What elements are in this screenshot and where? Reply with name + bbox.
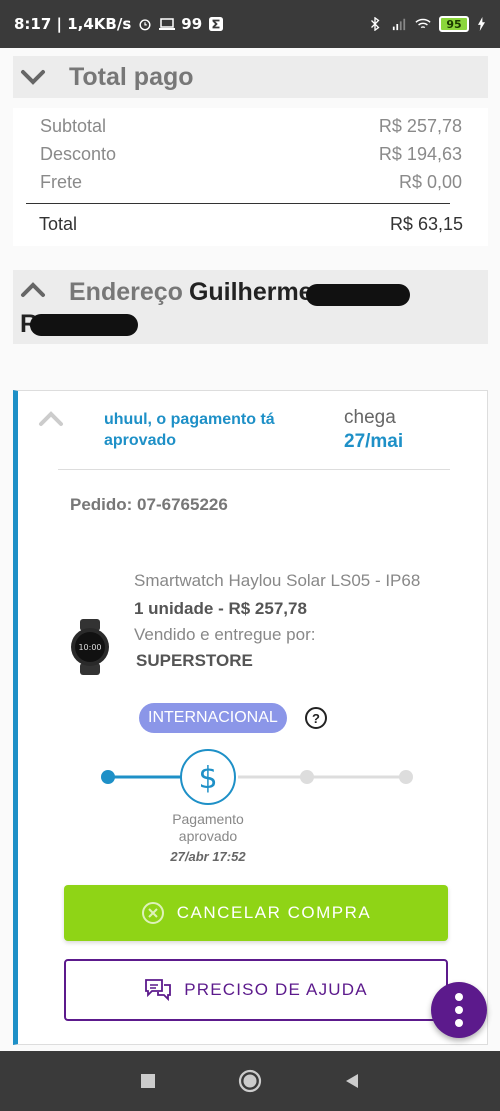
subtotal-value: R$ 257,78 (378, 116, 462, 136)
status-time: 8:17 | 1,4KB/s (14, 15, 132, 33)
bluetooth-icon (371, 17, 380, 31)
cancel-purchase-button[interactable]: CANCELAR COMPRA (64, 885, 448, 941)
recipient-name: Guilherme (188, 278, 313, 306)
status-bar: 8:17 | 1,4KB/s 99 95 (0, 0, 500, 48)
dot-icon (455, 1006, 463, 1014)
discount-label: Desconto (40, 144, 117, 164)
charging-icon (478, 17, 485, 31)
chevron-down-icon[interactable] (13, 57, 53, 97)
eta-label: chega (344, 407, 396, 428)
address-label: Endereço (69, 278, 183, 306)
recents-icon[interactable] (140, 1073, 156, 1089)
total-row: Total R$ 63,15 (39, 214, 463, 235)
seller-label: Vendido e entregue por: (134, 625, 316, 644)
system-nav-bar (0, 1051, 500, 1111)
progress-step-date: 27/abr 17:52 (170, 849, 246, 864)
progress-step-pending (399, 770, 413, 784)
notification-count: 99 (181, 15, 203, 33)
chat-icon (145, 979, 172, 1002)
cancel-icon (141, 902, 164, 924)
payment-status-message: uhuul, o pagamento tá aprovado (104, 411, 275, 449)
shipping-value: R$ 0,00 (398, 172, 462, 192)
progress-step-label: Pagamento aprovado (172, 811, 244, 844)
back-icon[interactable] (344, 1073, 360, 1089)
question-icon[interactable]: ? (305, 707, 327, 729)
chevron-up-icon[interactable] (13, 278, 53, 302)
smartwatch-image[interactable]: 10:00 (66, 619, 114, 675)
chevron-up-icon[interactable] (38, 411, 64, 432)
svg-text:10:00: 10:00 (78, 643, 101, 652)
product-quantity-price: 1 unidade - R$ 257,78 (134, 599, 307, 618)
progress-step-done (101, 770, 115, 784)
dot-icon (455, 993, 463, 1001)
total-label: Total (39, 214, 78, 234)
discount-row: Desconto R$ 194,63 (40, 144, 462, 165)
more-options-button[interactable] (431, 982, 487, 1038)
wifi-icon (415, 18, 431, 29)
subtotal-row: Subtotal R$ 257,78 (40, 116, 462, 137)
shipping-label: Frete (40, 172, 83, 192)
totals-divider (26, 203, 450, 204)
need-help-button[interactable]: PRECISO DE AJUDA (64, 959, 448, 1021)
international-badge: INTERNACIONAL (139, 703, 287, 733)
card-divider (58, 469, 450, 470)
home-icon[interactable] (238, 1069, 262, 1093)
total-value: R$ 63,15 (389, 214, 463, 234)
sigma-app-icon (209, 17, 224, 31)
page-content: Total pago Subtotal R$ 257,78 Desconto R… (0, 48, 500, 1051)
totals-title: Total pago (69, 62, 194, 91)
subtotal-label: Subtotal (40, 116, 107, 136)
alarm-icon (139, 19, 151, 31)
need-help-label: PRECISO DE AJUDA (184, 980, 368, 999)
order-number: Pedido: 07-6765226 (70, 495, 228, 514)
signal-icon (392, 18, 406, 31)
redaction-mark (30, 314, 138, 336)
order-card: uhuul, o pagamento tá aprovado chega 27/… (13, 390, 488, 1045)
cancel-purchase-label: CANCELAR COMPRA (176, 903, 372, 922)
order-progress-tracker: $ (101, 749, 413, 805)
totals-header[interactable]: Total pago (13, 56, 488, 98)
battery-icon: 95 (439, 16, 469, 32)
shipping-row: Frete R$ 0,00 (40, 172, 462, 193)
eta-date: 27/mai (344, 431, 404, 452)
discount-value: R$ 194,63 (378, 144, 462, 164)
dot-icon (455, 1019, 463, 1027)
seller-name: SUPERSTORE (136, 651, 253, 670)
progress-step-pending (300, 770, 314, 784)
laptop-icon (159, 18, 176, 30)
dollar-icon: $ (198, 761, 217, 796)
product-name[interactable]: Smartwatch Haylou Solar LS05 - IP68 (134, 571, 420, 591)
redaction-mark (306, 284, 410, 306)
